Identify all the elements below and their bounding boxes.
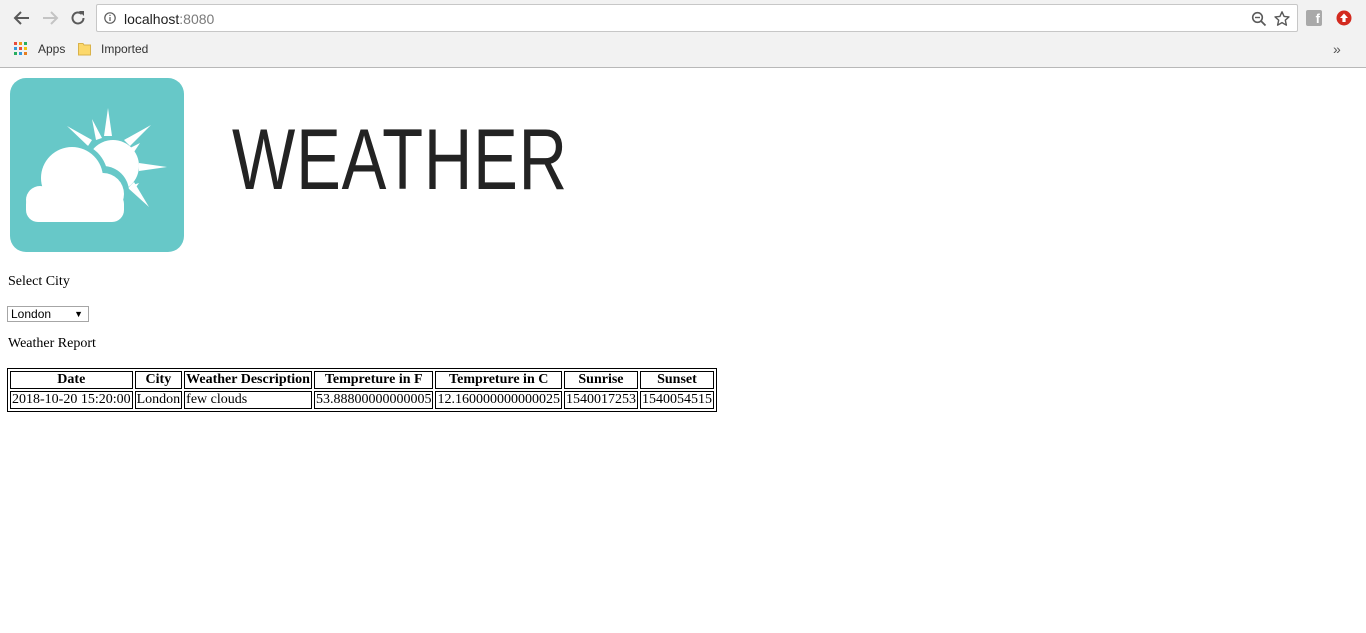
bookmark-imported-label: Imported [101, 42, 149, 56]
cell-city: London [134, 391, 183, 409]
column-header-date: Date [10, 371, 133, 389]
column-header-temp-c: Tempreture in C [435, 371, 562, 389]
city-select-value: London [11, 307, 52, 321]
address-bar[interactable]: localhost:8080 [96, 4, 1298, 32]
facebook-extension-icon[interactable]: f [1306, 10, 1322, 26]
column-header-sunrise: Sunrise [563, 371, 638, 389]
weather-report-title: Weather Report [8, 336, 96, 351]
forward-button[interactable] [38, 7, 62, 29]
bookmarks-overflow-button[interactable]: » [1333, 41, 1341, 57]
select-city-label: Select City [8, 274, 70, 289]
folder-icon [78, 43, 91, 56]
apps-grid-icon [14, 42, 28, 56]
back-button[interactable] [10, 7, 34, 29]
column-header-sunset: Sunset [639, 371, 714, 389]
url-host: localhost [124, 11, 180, 27]
bookmark-star-icon[interactable] [1273, 10, 1291, 28]
cell-sunrise: 1540017253 [563, 391, 638, 409]
bookmark-imported-folder[interactable]: Imported [78, 42, 148, 56]
reload-icon [71, 11, 85, 25]
cell-description: few clouds [184, 391, 312, 409]
browser-chrome: localhost:8080 f Apps Imported » [0, 0, 1366, 68]
reload-button[interactable] [66, 7, 90, 29]
city-select[interactable]: London ▼ [7, 306, 89, 322]
url-text[interactable]: localhost:8080 [124, 11, 214, 27]
bookmark-apps-label: Apps [38, 42, 66, 56]
cell-temp-f: 53.88800000000005 [313, 391, 434, 409]
upload-extension-icon[interactable] [1336, 10, 1352, 26]
dropdown-arrow-icon: ▼ [74, 309, 83, 319]
table-header-row: Date City Weather Description Tempreture… [10, 371, 714, 389]
cell-date: 2018-10-20 15:20:00 [10, 391, 133, 409]
arrow-left-icon [13, 11, 29, 25]
cell-sunset: 1540054515 [639, 391, 714, 409]
arrow-right-icon [43, 11, 59, 25]
cell-temp-c: 12.160000000000025 [435, 391, 562, 409]
weather-logo-icon [10, 78, 184, 252]
column-header-description: Weather Description [184, 371, 312, 389]
weather-wordmark: WEATHER [232, 112, 568, 208]
column-header-temp-f: Tempreture in F [313, 371, 434, 389]
url-port: :8080 [179, 11, 215, 27]
bookmark-apps[interactable]: Apps [14, 42, 65, 56]
weather-report-table: Date City Weather Description Tempreture… [7, 368, 717, 412]
column-header-city: City [134, 371, 183, 389]
info-icon[interactable] [104, 12, 116, 24]
table-row: 2018-10-20 15:20:00 London few clouds 53… [10, 391, 714, 409]
bookmarks-bar: Apps Imported » [0, 38, 1366, 62]
zoom-icon[interactable] [1251, 11, 1267, 27]
